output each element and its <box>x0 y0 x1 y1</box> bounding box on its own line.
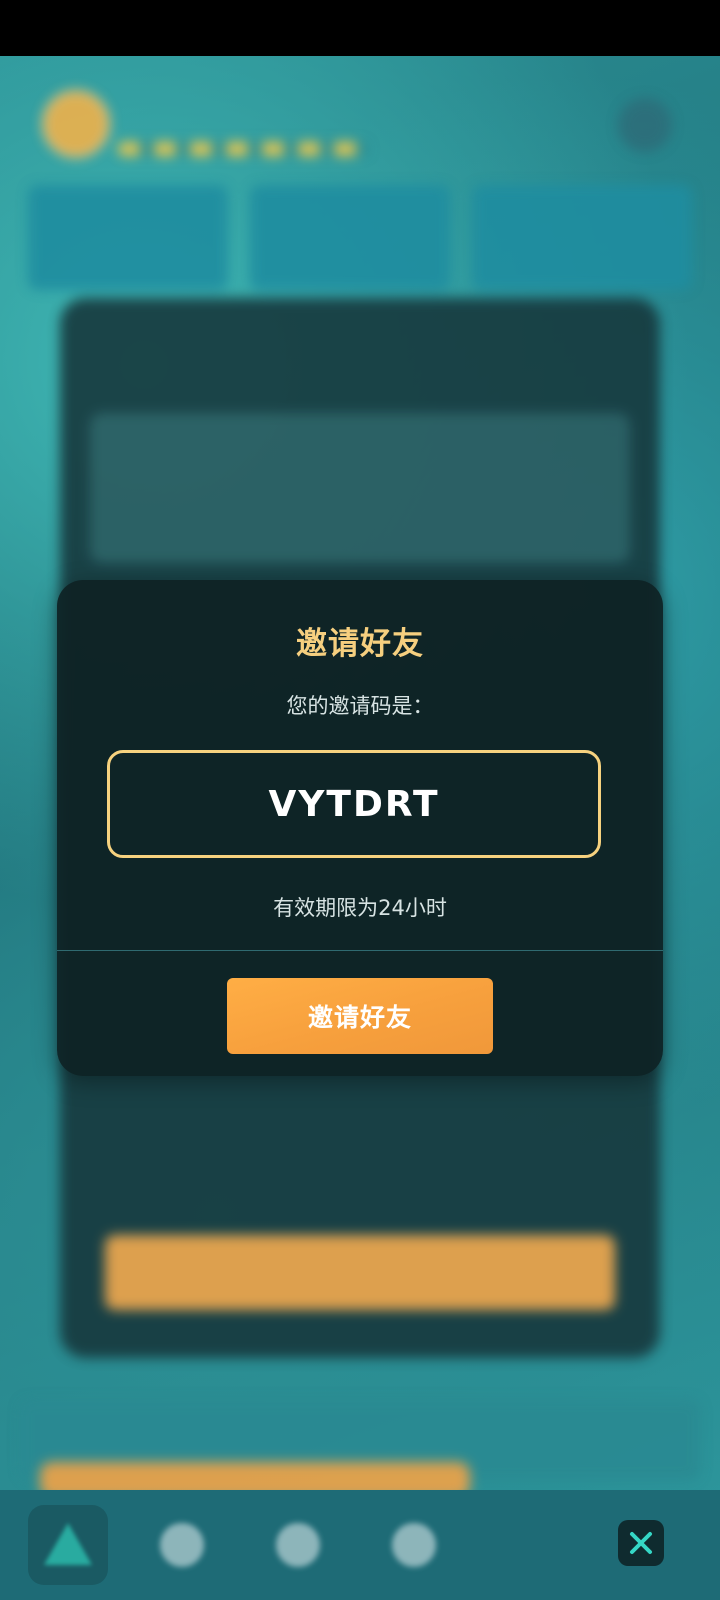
close-button[interactable] <box>618 1520 664 1566</box>
avatar <box>42 90 110 158</box>
invite-code-label: 您的邀请码是： <box>286 694 434 718</box>
invite-friends-button[interactable]: 邀请好友 <box>227 978 493 1054</box>
invite-modal: 邀请好友 您的邀请码是： VYTDRT 有效期限为24小时 邀请好友 <box>57 580 663 1076</box>
close-icon <box>630 1532 652 1554</box>
compass-icon <box>276 1523 320 1567</box>
quest-card-1 <box>28 185 228 290</box>
bottom-nav-bar <box>0 1490 720 1600</box>
settings-icon <box>618 98 672 152</box>
quest-card-3 <box>472 185 692 290</box>
blurred-orange-button <box>105 1235 615 1310</box>
triangle-home-icon <box>44 1523 92 1565</box>
modal-title: 邀请好友 <box>296 626 424 662</box>
nav-trophy[interactable] <box>142 1505 222 1585</box>
nav-compass[interactable] <box>258 1505 338 1585</box>
quest-card-2 <box>250 185 450 290</box>
nav-heart[interactable] <box>374 1505 454 1585</box>
nav-home[interactable] <box>28 1505 108 1585</box>
status-bar <box>0 0 720 56</box>
trophy-icon <box>160 1523 204 1567</box>
progress-strip <box>118 142 368 156</box>
divider <box>57 950 663 951</box>
blurred-panel-text <box>90 413 630 563</box>
invite-code: VYTDRT <box>268 783 440 825</box>
validity-text: 有效期限为24小时 <box>273 896 447 920</box>
invite-code-box[interactable]: VYTDRT <box>107 750 601 858</box>
heart-icon <box>392 1523 436 1567</box>
